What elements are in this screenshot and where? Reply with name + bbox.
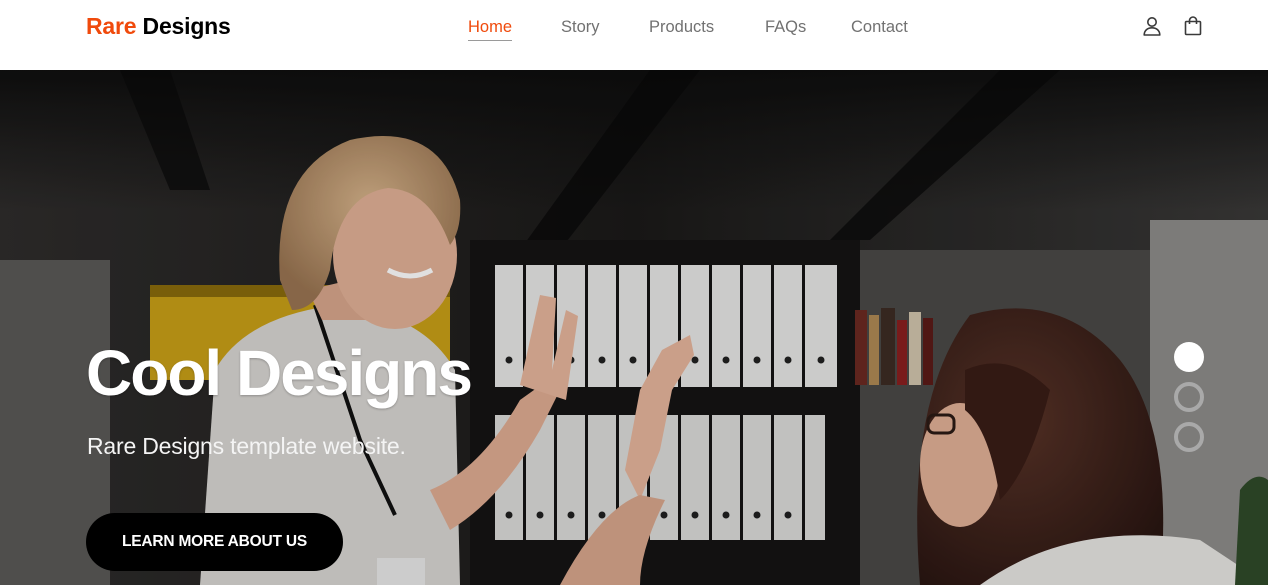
carousel-dot-3[interactable]	[1174, 422, 1204, 452]
site-header: Rare Designs Home Story Products FAQs Co…	[0, 0, 1268, 70]
hero-title: Cool Designs	[86, 337, 473, 409]
learn-more-button[interactable]: LEARN MORE ABOUT US	[86, 513, 343, 571]
nav-link-contact[interactable]: Contact	[851, 17, 908, 37]
shopping-bag-icon[interactable]	[1182, 15, 1204, 37]
nav-link-story[interactable]: Story	[561, 17, 600, 37]
brand-logo[interactable]: Rare Designs	[86, 13, 231, 40]
nav-link-products[interactable]: Products	[649, 17, 714, 37]
hero-subtitle: Rare Designs template website.	[87, 433, 406, 459]
hero-section: Cool Designs Rare Designs template websi…	[0, 70, 1268, 585]
hero-photo	[0, 70, 1268, 585]
carousel-dot-2[interactable]	[1174, 382, 1204, 412]
user-icon[interactable]	[1141, 15, 1163, 37]
nav-link-faqs[interactable]: FAQs	[765, 17, 806, 37]
carousel-dot-1[interactable]	[1174, 342, 1204, 372]
active-underline	[468, 40, 513, 41]
brand-logo-text: Designs	[136, 13, 231, 39]
brand-logo-accent: Rare	[86, 13, 137, 39]
nav-link-home-label: Home	[468, 18, 513, 36]
nav-link-home[interactable]: Home	[468, 17, 513, 41]
